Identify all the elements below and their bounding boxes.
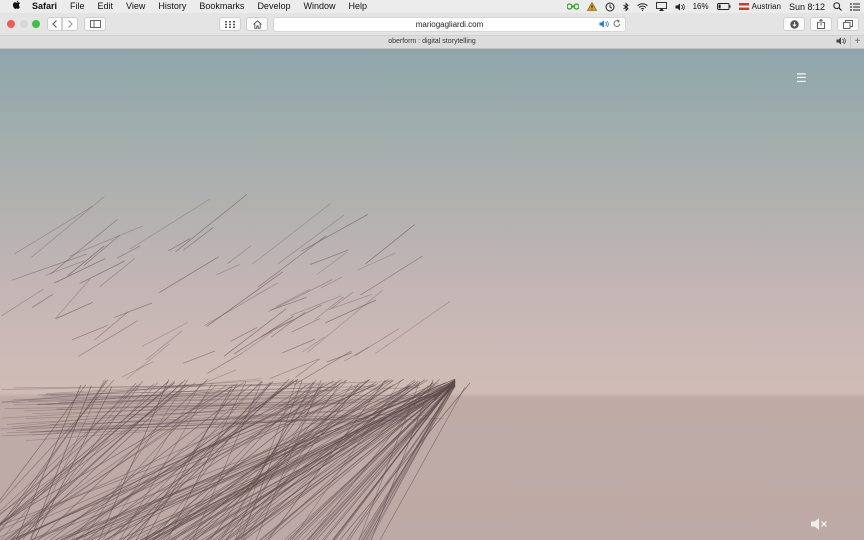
time-machine-icon[interactable] <box>605 2 615 12</box>
fullscreen-window-button[interactable] <box>32 20 40 28</box>
battery-percent[interactable]: 16% <box>693 2 709 11</box>
menu-develop[interactable]: Develop <box>251 0 297 13</box>
show-tabs-button[interactable] <box>837 17 859 31</box>
menu-help[interactable]: Help <box>342 0 374 13</box>
close-window-button[interactable] <box>7 20 15 28</box>
hamburger-menu-icon[interactable]: ☰ <box>796 72 807 84</box>
sidebar-icon <box>89 20 101 28</box>
address-url: mariogagliardi.com <box>415 20 484 29</box>
input-source[interactable]: Austrian <box>738 2 781 11</box>
address-bar[interactable]: mariogagliardi.com <box>273 17 626 32</box>
tab-active[interactable]: oberform : digital storytelling <box>0 38 864 45</box>
link-status-icon[interactable] <box>566 3 579 10</box>
menu-window[interactable]: Window <box>297 0 342 13</box>
app-menu-safari[interactable]: Safari <box>32 0 64 13</box>
menu-bookmarks[interactable]: Bookmarks <box>193 0 251 13</box>
menu-edit[interactable]: Edit <box>91 0 120 13</box>
download-icon <box>789 19 799 29</box>
tab-audio-icon[interactable] <box>599 20 609 30</box>
home-button[interactable] <box>246 17 268 31</box>
grass-field-image <box>0 194 471 540</box>
menu-history[interactable]: History <box>152 0 193 13</box>
notification-center-icon[interactable] <box>850 2 860 11</box>
menu-bar: Safari File Edit View History Bookmarks … <box>0 0 864 13</box>
airplay-icon[interactable] <box>655 2 667 11</box>
home-icon <box>252 19 262 29</box>
web-page: ☰ <box>0 49 864 540</box>
top-sites-button[interactable] <box>219 17 241 31</box>
mute-sound-icon[interactable] <box>810 517 828 536</box>
chevron-right-icon <box>68 20 73 28</box>
tabs-overview-icon <box>843 19 853 29</box>
austria-flag-icon <box>738 3 749 11</box>
new-tab-button[interactable]: + <box>850 36 864 48</box>
input-source-label: Austrian <box>751 2 781 11</box>
grid-icon <box>225 20 235 28</box>
battery-icon[interactable] <box>716 3 731 10</box>
sidebar-toggle-button[interactable] <box>84 17 106 31</box>
chevron-left-icon <box>51 20 57 28</box>
tab-bar: oberform : digital storytelling + <box>0 36 864 49</box>
browser-toolbar: mariogagliardi.com <box>0 13 864 36</box>
back-button[interactable] <box>47 17 62 31</box>
downloads-button[interactable] <box>783 17 805 31</box>
bluetooth-icon[interactable] <box>622 1 629 12</box>
warning-icon[interactable] <box>586 2 597 11</box>
menu-view[interactable]: View <box>120 0 152 13</box>
share-icon <box>817 19 825 29</box>
menu-file[interactable]: File <box>64 0 92 13</box>
tab-speaker-icon[interactable] <box>836 37 846 47</box>
spotlight-search-icon[interactable] <box>833 2 842 11</box>
status-area: 16% Austrian Sun 8:12 <box>566 0 860 13</box>
minimize-window-button[interactable] <box>20 20 28 28</box>
share-button[interactable] <box>810 17 832 31</box>
wifi-icon[interactable] <box>636 2 648 11</box>
reload-icon[interactable] <box>613 19 621 30</box>
apple-menu-icon[interactable] <box>0 0 32 13</box>
volume-icon[interactable] <box>675 3 685 11</box>
forward-button[interactable] <box>62 17 78 31</box>
clock[interactable]: Sun 8:12 <box>789 2 825 12</box>
